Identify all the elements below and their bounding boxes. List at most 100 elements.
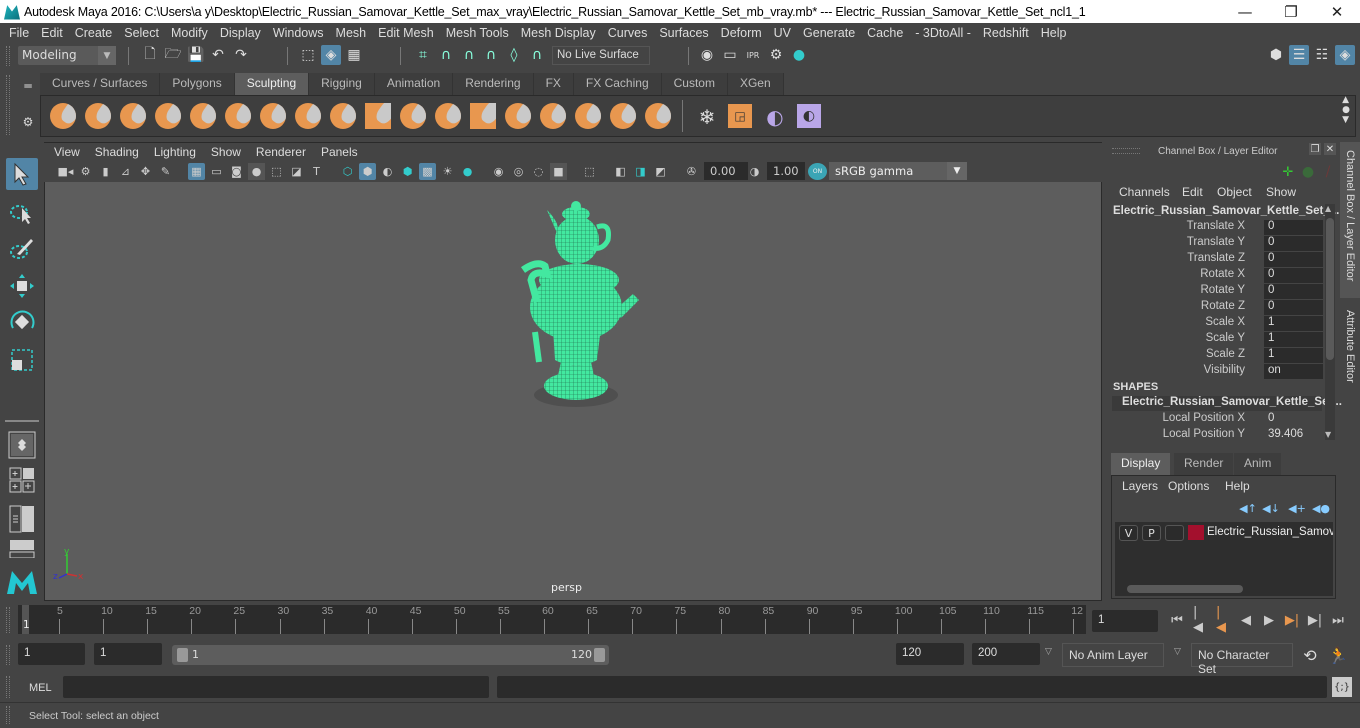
- knife-tool-icon[interactable]: [505, 103, 531, 129]
- cb-menu-object[interactable]: Object: [1217, 185, 1252, 199]
- flatten-tool-icon[interactable]: [225, 103, 251, 129]
- panel-menu-lighting[interactable]: Lighting: [154, 145, 196, 159]
- menu-cache[interactable]: Cache: [862, 26, 908, 40]
- command-language-label[interactable]: MEL: [29, 682, 52, 694]
- menu-select[interactable]: Select: [119, 26, 164, 40]
- shadows-icon[interactable]: ●: [459, 163, 476, 180]
- tool-settings-toggle-icon[interactable]: ☷: [1312, 45, 1332, 65]
- ipr-render-icon[interactable]: IPR: [743, 45, 763, 65]
- menu-deform[interactable]: Deform: [716, 26, 767, 40]
- smear-tool-icon[interactable]: [540, 103, 566, 129]
- menu-curves[interactable]: Curves: [603, 26, 653, 40]
- layer-tab-render[interactable]: Render: [1174, 453, 1234, 475]
- camera-attributes-icon[interactable]: ⚙: [77, 163, 94, 180]
- image-plane-icon[interactable]: ⊿: [117, 163, 134, 180]
- drag-handle[interactable]: [6, 676, 10, 698]
- wireframe-icon[interactable]: ⬡: [339, 163, 356, 180]
- bulge-tool-icon[interactable]: [575, 103, 601, 129]
- float-panel-icon[interactable]: ❐: [1309, 143, 1321, 155]
- menu-help[interactable]: Help: [1036, 26, 1072, 40]
- modeling-toolkit-icon[interactable]: ⬢: [1266, 45, 1286, 65]
- menu-edit-mesh[interactable]: Edit Mesh: [373, 26, 439, 40]
- layer-display-type-toggle[interactable]: [1165, 525, 1184, 541]
- save-scene-icon[interactable]: 💾: [186, 45, 206, 65]
- fill-tool-icon[interactable]: [470, 103, 496, 129]
- 2d-pan-zoom-icon[interactable]: ✥: [137, 163, 154, 180]
- attribute-row[interactable]: Scale Y 1: [1110, 332, 1323, 348]
- live-surface-field[interactable]: No Live Surface: [552, 46, 650, 65]
- scrollbar-thumb[interactable]: [1127, 585, 1243, 593]
- snap-point-icon[interactable]: ∩: [459, 45, 479, 65]
- rotate-tool[interactable]: [6, 306, 38, 338]
- hyperbolic-icon[interactable]: /: [1318, 162, 1338, 182]
- maximize-button[interactable]: ❐: [1268, 0, 1314, 23]
- shelf-tab-rigging[interactable]: Rigging: [309, 73, 375, 95]
- gamma-icon[interactable]: ◑: [746, 163, 763, 180]
- range-start-handle[interactable]: [177, 648, 188, 662]
- attribute-row[interactable]: Translate Y 0: [1110, 236, 1323, 252]
- spray-tool-icon[interactable]: [295, 103, 321, 129]
- render-current-icon[interactable]: ▭: [720, 45, 740, 65]
- xray-icon[interactable]: ◧: [612, 163, 629, 180]
- attribute-value[interactable]: on: [1264, 364, 1323, 379]
- menu-mesh[interactable]: Mesh: [331, 26, 372, 40]
- isolate-select-icon[interactable]: ⬚: [581, 163, 598, 180]
- field-chart-icon[interactable]: ⬚: [268, 163, 285, 180]
- move-tool[interactable]: [6, 270, 38, 302]
- screen-space-ao-icon[interactable]: ◉: [490, 163, 507, 180]
- range-slider[interactable]: [172, 645, 609, 665]
- attribute-value[interactable]: 0: [1264, 268, 1323, 283]
- move-layer-down-icon[interactable]: ◀↓: [1261, 498, 1281, 518]
- foamy-tool-icon[interactable]: [260, 103, 286, 129]
- unfreeze-all-icon[interactable]: ❄: [694, 104, 720, 130]
- panel-menu-show[interactable]: Show: [211, 145, 241, 159]
- drag-handle[interactable]: [6, 75, 10, 135]
- drag-handle[interactable]: [6, 46, 10, 66]
- menu-set-dropdown[interactable]: Modeling ▼: [18, 46, 116, 65]
- attribute-value[interactable]: 1: [1264, 348, 1323, 363]
- scene-start-field[interactable]: 1: [18, 643, 85, 665]
- attribute-row[interactable]: Translate X 0: [1110, 220, 1323, 236]
- shelf-tab-rendering[interactable]: Rendering: [453, 73, 534, 95]
- repeat-tool-icon[interactable]: [330, 103, 356, 129]
- menu-surfaces[interactable]: Surfaces: [654, 26, 713, 40]
- drag-handle[interactable]: [6, 706, 10, 724]
- menu-redshift[interactable]: Redshift: [978, 26, 1034, 40]
- samovar-wireframe-model[interactable]: y x z: [45, 182, 1101, 600]
- select-hierarchy-icon[interactable]: ⬚: [298, 45, 318, 65]
- make-live-icon[interactable]: ∩: [527, 45, 547, 65]
- menu-mesh-tools[interactable]: Mesh Tools: [441, 26, 514, 40]
- outliner-persp-view-button[interactable]: [6, 503, 38, 535]
- menu-generate[interactable]: Generate: [798, 26, 860, 40]
- redo-icon[interactable]: ↷: [231, 45, 251, 65]
- menu-uv[interactable]: UV: [769, 26, 796, 40]
- snap-surface-icon[interactable]: ◊: [504, 45, 524, 65]
- drag-handle[interactable]: [6, 645, 10, 665]
- imprint-tool-icon[interactable]: [365, 103, 391, 129]
- single-perspective-view-button[interactable]: [6, 429, 38, 461]
- layer-playback-toggle[interactable]: P: [1142, 525, 1161, 541]
- use-all-lights-icon[interactable]: ☀: [439, 163, 456, 180]
- playback-start-field[interactable]: 1: [94, 643, 162, 665]
- channel-box-toggle-icon[interactable]: ◈: [1335, 45, 1355, 65]
- step-forward-key-button[interactable]: ▶|: [1308, 612, 1322, 628]
- shelf-tab-custom[interactable]: Custom: [661, 73, 728, 95]
- gamma-field[interactable]: 1.00: [767, 162, 805, 180]
- cb-menu-show[interactable]: Show: [1266, 185, 1296, 199]
- go-to-end-button[interactable]: ⏭: [1331, 612, 1345, 628]
- blend-shape-icon[interactable]: ◐: [762, 104, 788, 130]
- xray-joints-icon[interactable]: ◨: [632, 163, 649, 180]
- attribute-row[interactable]: Local Position Y 39.406: [1110, 428, 1323, 444]
- select-object-icon[interactable]: ◈: [321, 45, 341, 65]
- layer-name[interactable]: Electric_Russian_Samova: [1207, 526, 1333, 538]
- close-button[interactable]: ✕: [1314, 0, 1360, 23]
- play-backward-button[interactable]: ◀: [1239, 612, 1253, 628]
- move-layer-up-icon[interactable]: ◀↑: [1238, 498, 1258, 518]
- selected-object-name[interactable]: Electric_Russian_Samovar_Kettle_Set_...: [1113, 205, 1339, 217]
- render-settings-icon[interactable]: ⚙: [766, 45, 786, 65]
- select-camera-icon[interactable]: ■◂: [57, 163, 74, 180]
- drag-handle[interactable]: [1112, 148, 1140, 154]
- attribute-value[interactable]: 0: [1264, 412, 1323, 427]
- relax-tool-icon[interactable]: [120, 103, 146, 129]
- anti-aliasing-icon[interactable]: ◌: [530, 163, 547, 180]
